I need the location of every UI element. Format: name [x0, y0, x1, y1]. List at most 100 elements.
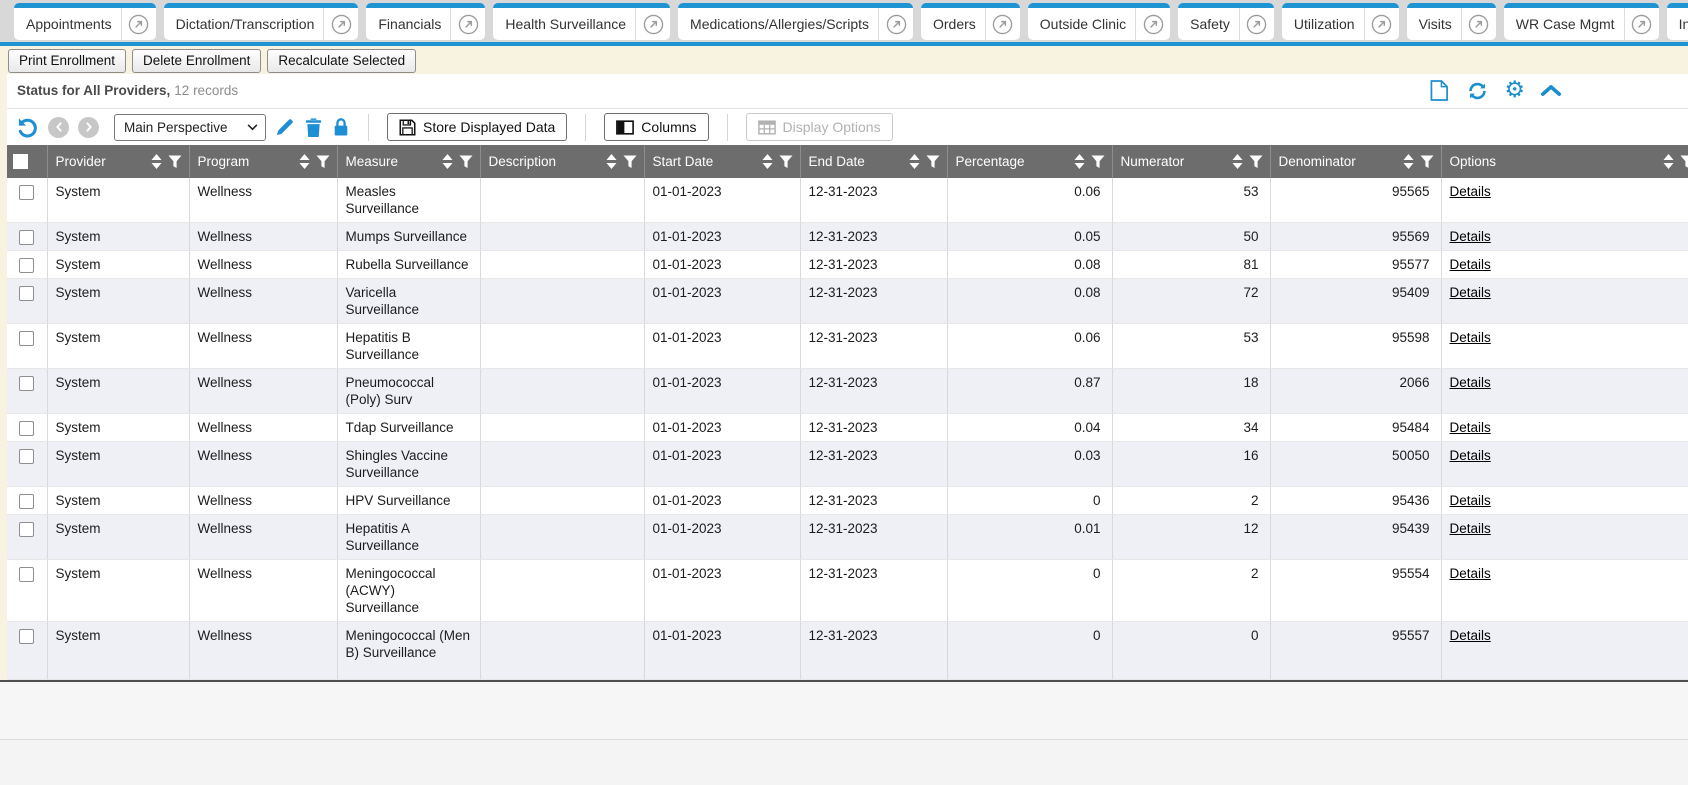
collapse-chevron-up-icon[interactable] [1541, 80, 1562, 101]
row-checkbox[interactable] [19, 567, 34, 582]
open-in-new-window-icon[interactable] [1462, 14, 1496, 35]
details-link[interactable]: Details [1450, 375, 1491, 390]
column-header[interactable]: Percentage [947, 145, 1112, 178]
sort-icon[interactable] [1403, 154, 1414, 169]
row-checkbox[interactable] [19, 494, 34, 509]
refresh-icon[interactable] [1467, 80, 1488, 101]
column-header[interactable]: Numerator [1112, 145, 1270, 178]
row-checkbox[interactable] [19, 629, 34, 644]
open-in-new-window-icon[interactable] [1136, 14, 1170, 35]
module-tab[interactable]: Industrial H [1667, 3, 1688, 40]
module-tab[interactable]: WR Case Mgmt [1504, 3, 1659, 40]
row-checkbox[interactable] [19, 522, 34, 537]
row-checkbox[interactable] [19, 331, 34, 346]
column-header[interactable]: Provider [47, 145, 189, 178]
details-link[interactable]: Details [1450, 184, 1491, 199]
open-in-new-window-icon[interactable] [1240, 14, 1274, 35]
details-link[interactable]: Details [1450, 330, 1491, 345]
row-checkbox[interactable] [19, 421, 34, 436]
open-in-new-window-icon[interactable] [122, 14, 156, 35]
sort-icon[interactable] [151, 154, 162, 169]
sort-icon[interactable] [762, 154, 773, 169]
select-all-checkbox[interactable] [13, 154, 28, 169]
perspective-select[interactable]: Main Perspective [114, 114, 266, 141]
filter-funnel-icon[interactable] [1420, 155, 1434, 169]
delete-trash-icon[interactable] [304, 117, 323, 138]
row-checkbox[interactable] [19, 286, 34, 301]
details-link[interactable]: Details [1450, 285, 1491, 300]
details-link[interactable]: Details [1450, 493, 1491, 508]
module-tab[interactable]: Medications/Allergies/Scripts [678, 3, 913, 40]
row-checkbox[interactable] [19, 449, 34, 464]
module-tab[interactable]: Outside Clinic [1028, 3, 1170, 40]
open-in-new-window-icon[interactable] [324, 14, 358, 35]
details-link[interactable]: Details [1450, 420, 1491, 435]
open-in-new-window-icon[interactable] [1625, 14, 1659, 35]
details-link[interactable]: Details [1450, 448, 1491, 463]
tab-label: Industrial H [1667, 16, 1688, 32]
filter-funnel-icon[interactable] [623, 155, 637, 169]
open-in-new-window-icon[interactable] [986, 14, 1020, 35]
details-link[interactable]: Details [1450, 229, 1491, 244]
recalculate-selected-button[interactable]: Recalculate Selected [267, 49, 416, 73]
module-tab[interactable]: Financials [366, 3, 485, 40]
new-document-icon[interactable] [1430, 80, 1451, 101]
open-in-new-window-icon[interactable] [1365, 14, 1399, 35]
gear-icon[interactable]: ⚙ [1504, 80, 1525, 101]
next-icon[interactable] [78, 117, 99, 138]
sort-icon[interactable] [442, 154, 453, 169]
filter-funnel-icon[interactable] [168, 155, 182, 169]
row-checkbox[interactable] [19, 376, 34, 391]
filter-funnel-icon[interactable] [316, 155, 330, 169]
row-checkbox[interactable] [19, 185, 34, 200]
sort-icon[interactable] [606, 154, 617, 169]
module-tab[interactable]: Orders [921, 3, 1020, 40]
filter-funnel-icon[interactable] [1091, 155, 1105, 169]
row-checkbox[interactable] [19, 258, 34, 273]
details-link[interactable]: Details [1450, 521, 1491, 536]
cell-denominator: 95484 [1270, 414, 1441, 442]
column-header[interactable]: Description [480, 145, 644, 178]
column-header[interactable]: Program [189, 145, 337, 178]
column-header[interactable]: Start Date [644, 145, 800, 178]
column-header[interactable]: Options [1441, 145, 1688, 178]
filter-funnel-icon[interactable] [459, 155, 473, 169]
details-link[interactable]: Details [1450, 628, 1491, 643]
column-header[interactable]: Denominator [1270, 145, 1441, 178]
sort-icon[interactable] [909, 154, 920, 169]
module-tab[interactable]: Health Surveillance [493, 3, 670, 40]
display-options-button[interactable]: Display Options [746, 113, 893, 141]
horizontal-scroll-area[interactable] [0, 680, 1688, 740]
lock-icon[interactable] [332, 117, 350, 137]
filter-funnel-icon[interactable] [1680, 155, 1688, 169]
filter-funnel-icon[interactable] [1249, 155, 1263, 169]
sort-icon[interactable] [299, 154, 310, 169]
open-in-new-window-icon[interactable] [451, 14, 485, 35]
filter-funnel-icon[interactable] [779, 155, 793, 169]
sort-icon[interactable] [1074, 154, 1085, 169]
open-in-new-window-icon[interactable] [879, 14, 913, 35]
previous-icon[interactable] [48, 117, 69, 138]
column-header[interactable]: Measure [337, 145, 480, 178]
edit-pencil-icon[interactable] [275, 117, 295, 137]
store-displayed-data-button[interactable]: Store Displayed Data [387, 113, 567, 141]
cell-program: Wellness [189, 487, 337, 515]
row-checkbox[interactable] [19, 230, 34, 245]
delete-enrollment-button[interactable]: Delete Enrollment [132, 49, 261, 73]
details-link[interactable]: Details [1450, 566, 1491, 581]
details-link[interactable]: Details [1450, 257, 1491, 272]
module-tab[interactable]: Safety [1178, 3, 1274, 40]
cell-percentage: 0.03 [947, 442, 1112, 487]
module-tab[interactable]: Dictation/Transcription [164, 3, 359, 40]
undo-icon[interactable] [16, 116, 39, 139]
sort-icon[interactable] [1663, 154, 1674, 169]
sort-icon[interactable] [1232, 154, 1243, 169]
print-enrollment-button[interactable]: Print Enrollment [8, 49, 126, 73]
module-tab[interactable]: Utilization [1282, 3, 1399, 40]
column-header[interactable]: End Date [800, 145, 947, 178]
filter-funnel-icon[interactable] [926, 155, 940, 169]
columns-button[interactable]: Columns [604, 113, 708, 141]
module-tab[interactable]: Visits [1407, 3, 1496, 40]
module-tab[interactable]: Appointments [14, 3, 156, 40]
open-in-new-window-icon[interactable] [636, 14, 670, 35]
